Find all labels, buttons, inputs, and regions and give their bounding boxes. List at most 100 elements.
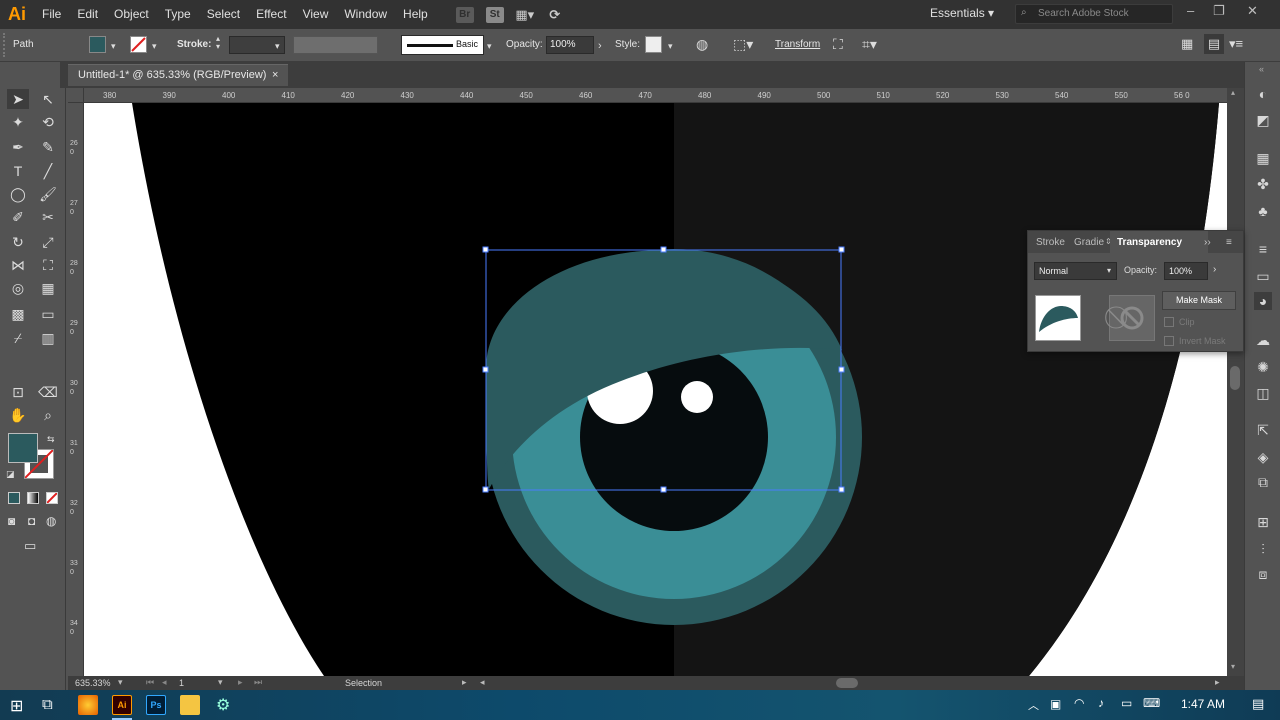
stock-icon[interactable]: St: [485, 6, 504, 23]
shape-builder-tool-icon[interactable]: ◎: [7, 278, 29, 298]
screen-mode-icon[interactable]: ▭: [24, 538, 36, 554]
blend-mode-select[interactable]: Normal ▾: [1034, 262, 1117, 280]
artboard-number[interactable]: 1: [179, 678, 184, 688]
width-tool-icon[interactable]: ⋈: [7, 255, 29, 275]
panel-opacity-input[interactable]: 100%: [1164, 262, 1208, 280]
align-panel-icon[interactable]: ▤: [1204, 34, 1224, 54]
active-fill-swatch[interactable]: [8, 433, 38, 463]
default-colors-icon[interactable]: ◪: [6, 469, 15, 480]
status-menu-icon[interactable]: ▸: [462, 677, 467, 688]
arrange-documents-icon[interactable]: ▦▾: [515, 7, 534, 23]
free-transform-tool-icon[interactable]: ⛶: [37, 255, 59, 275]
menu-window[interactable]: Window: [336, 0, 395, 29]
brush-dropdown-icon[interactable]: ▾: [487, 41, 492, 52]
shape-options-icon[interactable]: ⌗▾: [862, 36, 877, 53]
opacity-input[interactable]: 100%: [546, 36, 594, 54]
zoom-dropdown-icon[interactable]: ▾: [118, 677, 123, 688]
ruler-origin[interactable]: [68, 88, 84, 103]
network-app-icon[interactable]: ⚙: [216, 695, 230, 715]
brushes-panel-icon[interactable]: ✤: [1254, 175, 1272, 193]
gradient-mode-icon[interactable]: [27, 492, 39, 504]
graph-tool-icon[interactable]: ▥: [37, 328, 59, 348]
symbols-panel-icon[interactable]: ♣: [1254, 202, 1272, 220]
last-artboard-icon[interactable]: ⏭: [254, 677, 262, 688]
tray-app-icon[interactable]: ▣: [1050, 697, 1061, 711]
stroke-panel-icon[interactable]: ≡: [1254, 240, 1272, 258]
fill-swatch[interactable]: [89, 36, 106, 53]
appearance-panel-icon[interactable]: ✺: [1254, 358, 1272, 376]
eraser-tool-icon[interactable]: ⌫: [37, 382, 59, 402]
stroke-weight-stepper[interactable]: ▴ ▾: [216, 35, 220, 51]
artboard-canvas[interactable]: [84, 103, 1227, 676]
libraries-panel-icon[interactable]: ☁: [1254, 331, 1272, 349]
fill-dropdown-icon[interactable]: ▾: [111, 41, 116, 52]
scroll-up-icon[interactable]: ▴: [1231, 88, 1235, 97]
layers-panel-icon[interactable]: ◈: [1254, 448, 1272, 466]
windows-start-icon[interactable]: ⊞: [10, 696, 23, 716]
mesh-tool-icon[interactable]: ▩: [7, 304, 29, 324]
hand-tool-icon[interactable]: ✋: [7, 405, 29, 425]
none-mode-icon[interactable]: [46, 492, 58, 504]
arrange-icon[interactable]: ▦: [1181, 36, 1193, 52]
object-thumbnail[interactable]: [1035, 295, 1081, 341]
scale-tool-icon[interactable]: ⤢: [37, 232, 59, 252]
gradient-panel-icon[interactable]: ▭: [1254, 267, 1272, 285]
next-artboard-icon[interactable]: ▸: [238, 677, 243, 688]
vertical-scrollbar[interactable]: ▴ ▾: [1227, 88, 1244, 676]
close-tab-icon[interactable]: ×: [272, 65, 278, 86]
align-to-icon[interactable]: ⬚▾: [733, 36, 753, 53]
color-mode-icon[interactable]: [8, 492, 20, 504]
close-window-icon[interactable]: ✕: [1247, 3, 1258, 19]
draw-normal-icon[interactable]: ◙: [8, 514, 15, 528]
zoom-level[interactable]: 635.33%: [75, 678, 111, 688]
artboard-dropdown-icon[interactable]: ▾: [218, 677, 223, 688]
tray-chevron-icon[interactable]: ︿: [1028, 697, 1039, 713]
task-view-icon[interactable]: ⧉: [42, 696, 53, 713]
make-mask-button[interactable]: Make Mask: [1162, 291, 1236, 310]
menu-effect[interactable]: Effect: [248, 0, 294, 29]
lasso-tool-icon[interactable]: ⟲: [37, 112, 59, 132]
transform-panel-icon[interactable]: ⊞: [1254, 513, 1272, 531]
wifi-icon[interactable]: ◠: [1074, 696, 1084, 710]
collapse-dock-icon[interactable]: «: [1259, 64, 1264, 74]
menu-object[interactable]: Object: [106, 0, 157, 29]
gradient-tool-icon[interactable]: ▭: [37, 304, 59, 324]
scroll-down-icon[interactable]: ▾: [1231, 662, 1235, 671]
isolate-icon[interactable]: ⛶: [833, 36, 843, 53]
status-tool-name[interactable]: Selection: [345, 678, 382, 688]
color-guide-icon[interactable]: ◩: [1254, 111, 1272, 129]
gpu-performance-icon[interactable]: ⟳: [546, 7, 564, 23]
direct-selection-tool-icon[interactable]: ↖: [37, 89, 59, 109]
transparency-panel-icon[interactable]: ◕: [1254, 292, 1272, 310]
opacity-expand-icon[interactable]: ›: [598, 40, 602, 52]
ellipse-tool-icon[interactable]: ◯: [7, 184, 29, 204]
language-icon[interactable]: ⌨: [1143, 696, 1160, 710]
export-panel-icon[interactable]: ⇱: [1254, 421, 1272, 439]
file-explorer-icon[interactable]: [180, 695, 200, 715]
workspace-switcher[interactable]: Essentials ▾: [930, 6, 994, 20]
tab-gradient[interactable]: Gradie: [1074, 237, 1104, 248]
pen-tool-icon[interactable]: ✒: [7, 137, 29, 157]
stroke-swatch[interactable]: [130, 36, 147, 53]
line-tool-icon[interactable]: ╱: [37, 161, 59, 181]
magic-wand-tool-icon[interactable]: ✦: [7, 112, 29, 132]
scroll-left-icon[interactable]: ◂: [480, 677, 485, 688]
style-dropdown-icon[interactable]: ▾: [668, 41, 673, 52]
control-menu-icon[interactable]: ▾≡: [1229, 36, 1243, 52]
menu-edit[interactable]: Edit: [69, 0, 106, 29]
stroke-weight-dropdown-icon[interactable]: ▾: [275, 41, 280, 52]
graphic-styles-icon[interactable]: ◫: [1254, 384, 1272, 402]
artboard-tool-icon[interactable]: ⊡: [7, 382, 29, 402]
eyedropper-tool-icon[interactable]: ⌿: [7, 328, 29, 348]
swap-colors-icon[interactable]: ⇆: [47, 434, 55, 445]
rotate-tool-icon[interactable]: ↻: [7, 232, 29, 252]
selection-tool-icon[interactable]: ➤: [7, 89, 29, 109]
draw-inside-icon[interactable]: ◍: [46, 514, 56, 528]
perspective-grid-tool-icon[interactable]: ▦: [37, 278, 59, 298]
paintbrush-tool-icon[interactable]: 🖌: [37, 184, 59, 204]
invert-mask-checkbox[interactable]: [1164, 336, 1174, 346]
tab-stroke[interactable]: Stroke: [1036, 237, 1065, 248]
draw-behind-icon[interactable]: ◘: [28, 514, 35, 528]
tab-transparency[interactable]: Transparency: [1110, 231, 1208, 253]
menu-view[interactable]: View: [295, 0, 337, 29]
